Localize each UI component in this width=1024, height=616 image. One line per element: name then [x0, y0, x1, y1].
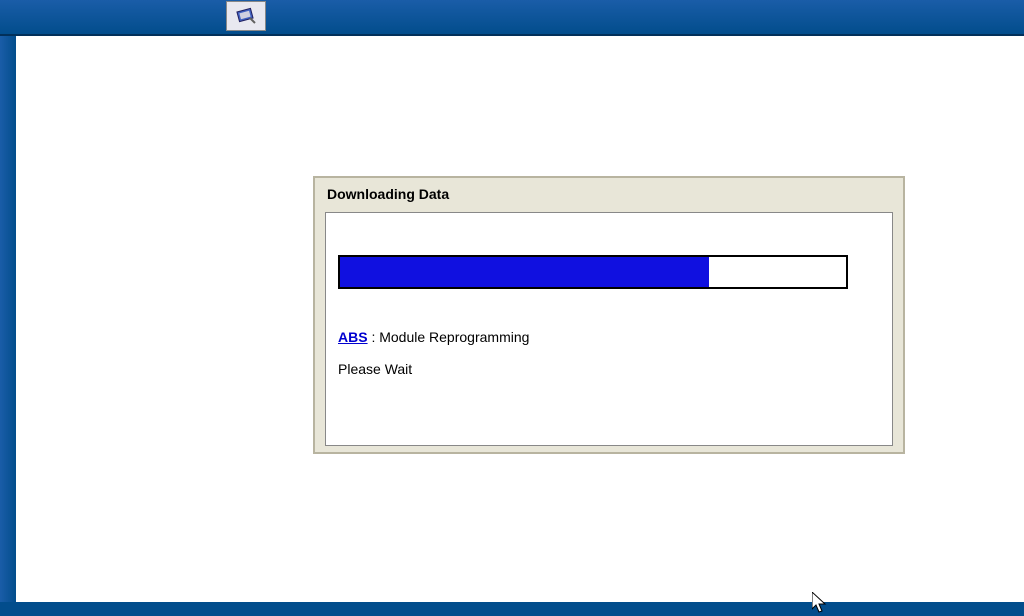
progress-bar — [338, 255, 848, 289]
dialog-title: Downloading Data — [315, 178, 903, 210]
please-wait-text: Please Wait — [338, 361, 880, 377]
module-link[interactable]: ABS — [338, 329, 368, 345]
diagnostic-scanner-icon — [226, 1, 266, 31]
downloading-dialog: Downloading Data ABS : Module Reprogramm… — [313, 176, 905, 454]
window-title-bar — [0, 0, 1024, 36]
main-content-area: Downloading Data ABS : Module Reprogramm… — [16, 36, 1024, 602]
mouse-cursor-icon — [812, 592, 830, 616]
window-left-frame — [0, 36, 16, 602]
status-line: ABS : Module Reprogramming — [338, 329, 880, 345]
dialog-body: ABS : Module Reprogramming Please Wait — [325, 212, 893, 446]
module-text: : Module Reprogramming — [368, 329, 530, 345]
progress-bar-fill — [340, 257, 709, 287]
